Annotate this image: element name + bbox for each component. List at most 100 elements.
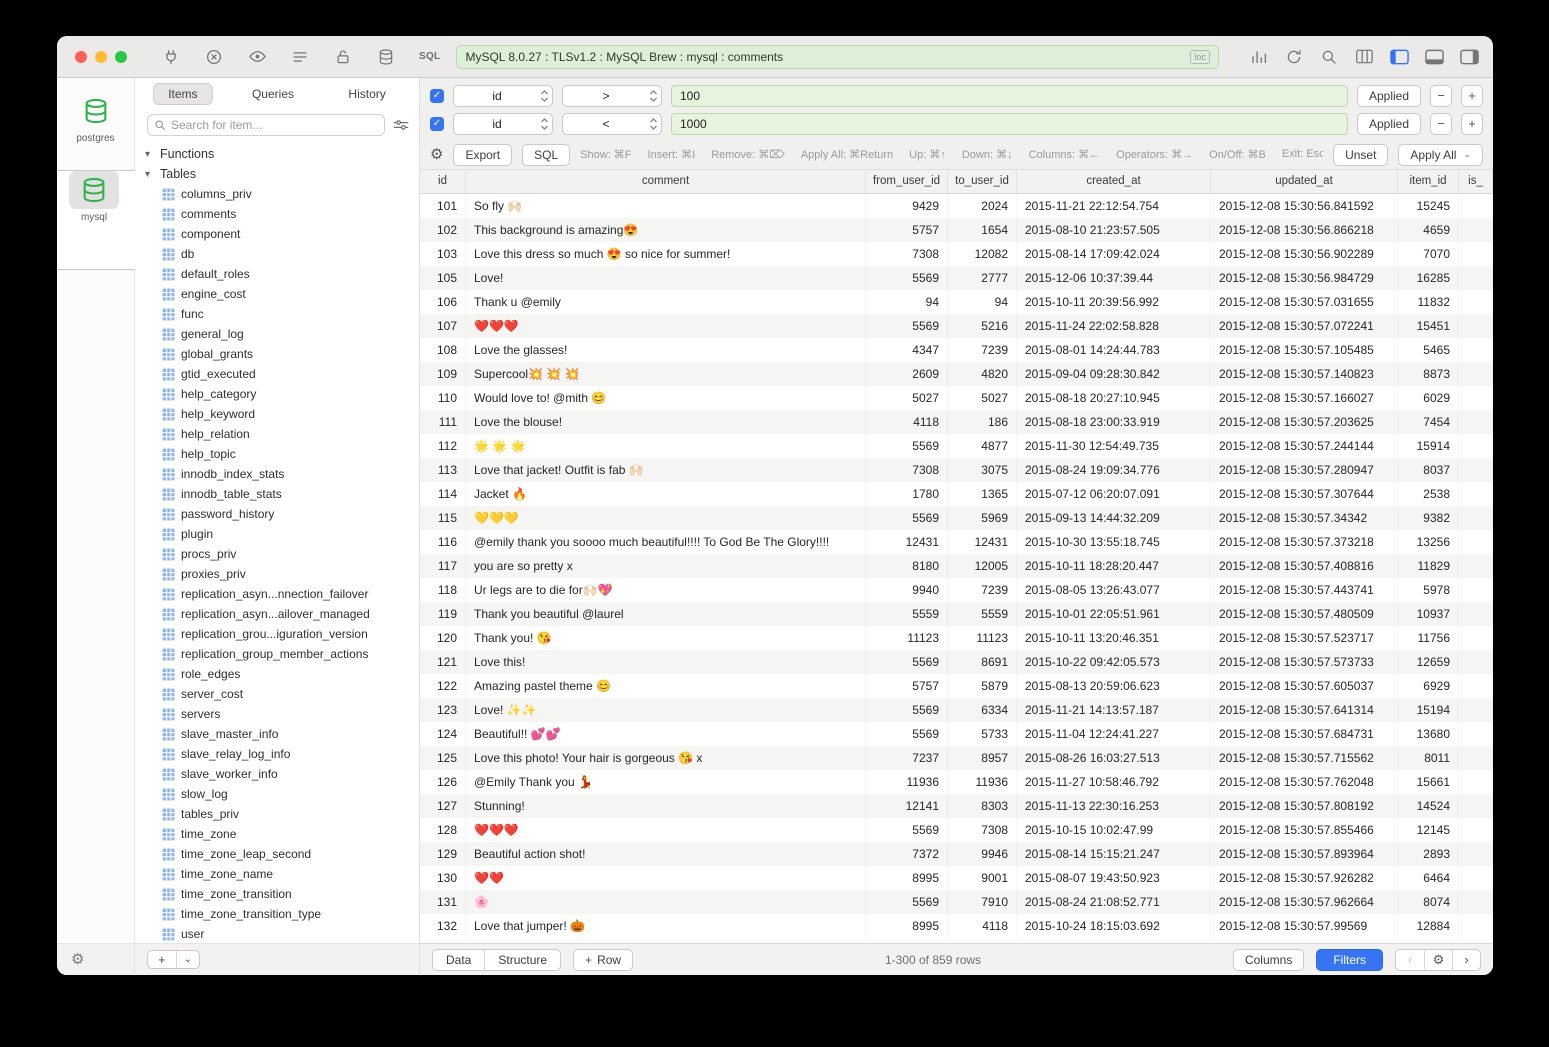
refresh-icon[interactable] bbox=[1284, 47, 1304, 67]
sidebar-table-help_keyword[interactable]: help_keyword bbox=[135, 404, 419, 424]
column-header-id[interactable]: id bbox=[420, 170, 466, 193]
settings-gear-icon[interactable]: ⚙ bbox=[71, 952, 84, 967]
table-row[interactable]: 132Love that jumper! 🎃899541182015-10-24… bbox=[420, 914, 1493, 938]
column-header-is_[interactable]: is_ bbox=[1459, 170, 1493, 193]
zoom-window-button[interactable] bbox=[115, 51, 127, 63]
tree-section-tables[interactable]: ▾Tables bbox=[135, 164, 419, 184]
chart-icon[interactable] bbox=[1249, 47, 1269, 67]
sql-button[interactable]: SQL bbox=[522, 144, 570, 166]
add-filter-button[interactable]: + bbox=[1461, 85, 1483, 107]
table-row[interactable]: 122Amazing pastel theme 😊575758792015-08… bbox=[420, 674, 1493, 698]
filter-operator-select[interactable]: < bbox=[562, 113, 662, 135]
table-settings-gear-icon[interactable]: ⚙ bbox=[430, 147, 443, 162]
column-header-to_user_id[interactable]: to_user_id bbox=[948, 170, 1017, 193]
sidebar-table-general_log[interactable]: general_log bbox=[135, 324, 419, 344]
close-window-button[interactable] bbox=[75, 51, 87, 63]
table-row[interactable]: 125Love this photo! Your hair is gorgeou… bbox=[420, 746, 1493, 770]
sidebar-table-server_cost[interactable]: server_cost bbox=[135, 684, 419, 704]
table-row[interactable]: 112🌟 🌟 🌟556948772015-11-30 12:54:49.7352… bbox=[420, 434, 1493, 458]
table-row[interactable]: 106Thank u @emily94942015-10-11 20:39:56… bbox=[420, 290, 1493, 314]
next-page-button[interactable]: › bbox=[1452, 950, 1480, 970]
search-box[interactable] bbox=[147, 114, 385, 136]
sidebar-table-time_zone_transition[interactable]: time_zone_transition bbox=[135, 884, 419, 904]
data-view-button[interactable]: Data bbox=[433, 950, 484, 970]
sidebar-table-db[interactable]: db bbox=[135, 244, 419, 264]
connection-postgres[interactable]: postgres bbox=[71, 92, 121, 144]
sidebar-table-role_edges[interactable]: role_edges bbox=[135, 664, 419, 684]
filter-value-input[interactable] bbox=[671, 85, 1348, 107]
sql-editor-icon[interactable]: SQL bbox=[419, 47, 440, 67]
add-item-dropdown[interactable]: ⌄ bbox=[176, 951, 199, 968]
sidebar-table-help_category[interactable]: help_category bbox=[135, 384, 419, 404]
tab-history[interactable]: History bbox=[333, 83, 400, 105]
search-icon[interactable] bbox=[1319, 47, 1339, 67]
database-icon[interactable] bbox=[376, 47, 396, 67]
sidebar-table-innodb_table_stats[interactable]: innodb_table_stats bbox=[135, 484, 419, 504]
sidebar-table-proxies_priv[interactable]: proxies_priv bbox=[135, 564, 419, 584]
sidebar-table-gtid_executed[interactable]: gtid_executed bbox=[135, 364, 419, 384]
table-row[interactable]: 120Thank you! 😘11123111232015-10-11 13:2… bbox=[420, 626, 1493, 650]
unset-button[interactable]: Unset bbox=[1333, 144, 1388, 166]
panel-left-icon[interactable] bbox=[1389, 47, 1409, 67]
columns-button[interactable]: Columns bbox=[1233, 949, 1304, 971]
filter-applied-button[interactable]: Applied bbox=[1357, 113, 1421, 135]
connection-plug-icon[interactable] bbox=[161, 47, 181, 67]
table-row[interactable]: 103Love this dress so much 😍 so nice for… bbox=[420, 242, 1493, 266]
sidebar-table-replication_grou...iguration_version[interactable]: replication_grou...iguration_version bbox=[135, 624, 419, 644]
sidebar-table-user[interactable]: user bbox=[135, 924, 419, 943]
table-row[interactable]: 126@Emily Thank you 💃11936119362015-11-2… bbox=[420, 770, 1493, 794]
sidebar-table-replication_asyn...ailover_managed[interactable]: replication_asyn...ailover_managed bbox=[135, 604, 419, 624]
table-row[interactable]: 114Jacket 🔥178013652015-07-12 06:20:07.0… bbox=[420, 482, 1493, 506]
filter-slider-icon[interactable] bbox=[393, 118, 409, 132]
table-row[interactable]: 116@emily thank you soooo much beautiful… bbox=[420, 530, 1493, 554]
remove-filter-button[interactable]: − bbox=[1430, 85, 1452, 107]
sidebar-table-time_zone[interactable]: time_zone bbox=[135, 824, 419, 844]
filter-enabled-checkbox[interactable]: ✓ bbox=[430, 117, 444, 131]
apply-all-button[interactable]: Apply All⌄ bbox=[1398, 144, 1483, 166]
column-header-item_id[interactable]: item_id bbox=[1398, 170, 1459, 193]
export-button[interactable]: Export bbox=[453, 144, 512, 166]
table-row[interactable]: 111Love the blouse!41181862015-08-18 23:… bbox=[420, 410, 1493, 434]
sidebar-table-func[interactable]: func bbox=[135, 304, 419, 324]
minimize-window-button[interactable] bbox=[95, 51, 107, 63]
search-input[interactable] bbox=[171, 118, 378, 132]
sidebar-table-columns_priv[interactable]: columns_priv bbox=[135, 184, 419, 204]
preview-eye-icon[interactable] bbox=[247, 47, 267, 67]
table-row[interactable]: 115💛💛💛556959692015-09-13 14:44:32.209201… bbox=[420, 506, 1493, 530]
table-row[interactable]: 117you are so pretty x8180120052015-10-1… bbox=[420, 554, 1493, 578]
table-row[interactable]: 108Love the glasses!434772392015-08-01 1… bbox=[420, 338, 1493, 362]
structure-view-button[interactable]: Structure bbox=[484, 950, 560, 970]
sidebar-table-global_grants[interactable]: global_grants bbox=[135, 344, 419, 364]
sidebar-table-slow_log[interactable]: slow_log bbox=[135, 784, 419, 804]
table-row[interactable]: 102This background is amazing😍5757165420… bbox=[420, 218, 1493, 242]
table-row[interactable]: 121Love this!556986912015-10-22 09:42:05… bbox=[420, 650, 1493, 674]
add-row-button[interactable]: +Row bbox=[573, 949, 633, 971]
table-row[interactable]: 110Would love to! @mith 😊502750272015-08… bbox=[420, 386, 1493, 410]
sidebar-table-component[interactable]: component bbox=[135, 224, 419, 244]
disconnect-icon[interactable] bbox=[204, 47, 224, 67]
table-row[interactable]: 130❤️❤️899590012015-08-07 19:43:50.92320… bbox=[420, 866, 1493, 890]
column-header-created_at[interactable]: created_at bbox=[1017, 170, 1211, 193]
table-row[interactable]: 129Beautiful action shot!737299462015-08… bbox=[420, 842, 1493, 866]
rows-icon[interactable] bbox=[290, 47, 310, 67]
filter-operator-select[interactable]: > bbox=[562, 85, 662, 107]
table-row[interactable]: 127Stunning!1214183032015-11-13 22:30:16… bbox=[420, 794, 1493, 818]
tree-section-functions[interactable]: ▾Functions bbox=[135, 144, 419, 164]
sidebar-table-time_zone_leap_second[interactable]: time_zone_leap_second bbox=[135, 844, 419, 864]
sidebar-table-help_relation[interactable]: help_relation bbox=[135, 424, 419, 444]
filter-applied-button[interactable]: Applied bbox=[1357, 85, 1421, 107]
sidebar-table-procs_priv[interactable]: procs_priv bbox=[135, 544, 419, 564]
tab-queries[interactable]: Queries bbox=[237, 83, 309, 105]
sidebar-table-plugin[interactable]: plugin bbox=[135, 524, 419, 544]
sidebar-table-default_roles[interactable]: default_roles bbox=[135, 264, 419, 284]
filter-enabled-checkbox[interactable]: ✓ bbox=[430, 89, 444, 103]
tab-items[interactable]: Items bbox=[153, 83, 212, 105]
sidebar-table-replication_asyn...nnection_failover[interactable]: replication_asyn...nnection_failover bbox=[135, 584, 419, 604]
sidebar-table-servers[interactable]: servers bbox=[135, 704, 419, 724]
page-settings-gear-icon[interactable]: ⚙ bbox=[1424, 950, 1452, 970]
sidebar-table-slave_relay_log_info[interactable]: slave_relay_log_info bbox=[135, 744, 419, 764]
column-header-comment[interactable]: comment bbox=[466, 170, 866, 193]
table-row[interactable]: 105Love!556927772015-12-06 10:37:39.4420… bbox=[420, 266, 1493, 290]
table-row[interactable]: 101So fly 🙌🏻942920242015-11-21 22:12:54.… bbox=[420, 194, 1493, 218]
table-row[interactable]: 118Ur legs are to die for🙌🏻💖994072392015… bbox=[420, 578, 1493, 602]
